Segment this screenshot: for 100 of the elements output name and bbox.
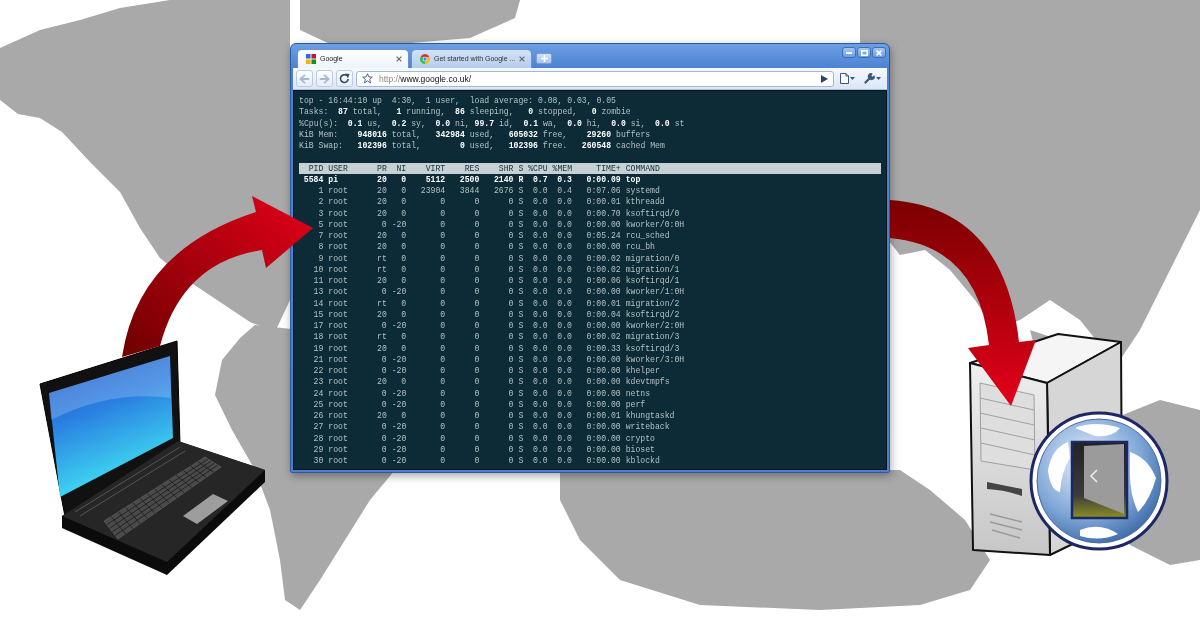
table-cell-text: 0 (473, 218, 480, 230)
table-cell-text: 0 (507, 286, 514, 298)
table-cell: S (518, 455, 524, 467)
table-cell-text: 0.0 (532, 218, 548, 230)
table-cell-text: 14 (312, 297, 324, 309)
close-icon[interactable] (396, 56, 402, 62)
table-cell: S (518, 353, 524, 365)
back-icon (299, 73, 310, 84)
reload-button[interactable] (336, 70, 353, 87)
table-cell: S (518, 230, 524, 242)
table-cell: -20 (391, 320, 407, 332)
table-cell-text: 0 (473, 455, 480, 467)
table-cell-text: 0 (473, 230, 480, 242)
table-cell-text: root (328, 421, 349, 433)
table-cell: rt (377, 263, 387, 275)
table-cell: S (518, 297, 524, 309)
table-cell-text: kdevtmpfs (625, 376, 671, 388)
close-icon[interactable] (519, 56, 526, 62)
table-cell: 20 (377, 376, 387, 388)
table-cell-text: 0 (439, 252, 446, 264)
table-cell-text: 0:00.04 (585, 308, 621, 320)
minimize-icon (846, 51, 852, 54)
table-cell-text: 0:00.00 (585, 443, 621, 455)
table-cell-text: 0 (507, 353, 514, 365)
table-cell-text: root (328, 353, 349, 365)
table-cell-text: 0:00.70 (585, 207, 621, 219)
table-cell: -20 (391, 286, 407, 298)
table-cell-text: root (328, 252, 349, 264)
table-cell-text: 0.3 (556, 173, 572, 185)
table-cell: S (518, 376, 524, 388)
table-cell-text: 0 (473, 320, 480, 332)
table-cell-text: 0 (439, 443, 446, 455)
table-cell-text: root (328, 196, 349, 208)
table-cell-text: 0 (439, 342, 446, 354)
table-cell-text: rcu_sched (625, 230, 671, 242)
summary-line: top - 16:44:10 up 4:30, 1 user, load average: 0.08, 0.03, 0.05 (299, 95, 617, 107)
minimize-button[interactable] (842, 47, 856, 58)
page-icon (840, 73, 849, 84)
table-cell-text: 3 (317, 207, 324, 219)
table-cell-text: 0 (380, 443, 387, 455)
table-cell-text: 0.0 (556, 275, 572, 287)
table-cell-text: khungtaskd (625, 410, 676, 422)
table-cell-text: 0 (439, 432, 446, 444)
table-cell: rt (377, 297, 387, 309)
table-cell-text: 0:05.24 (585, 230, 621, 242)
table-cell-text: 0.0 (556, 353, 572, 365)
page-menu-button[interactable] (837, 70, 858, 87)
table-cell-text: 0 (507, 308, 514, 320)
table-cell-text: 0.0 (556, 252, 572, 264)
table-cell-text: kthreadd (625, 196, 666, 208)
table-cell-text: root (328, 432, 349, 444)
table-cell-text: root (328, 218, 349, 230)
wrench-menu-button[interactable] (861, 70, 884, 87)
column-header: SHR (497, 162, 514, 174)
table-cell-text: 0 (473, 275, 480, 287)
table-cell-text: 0:00.01 (585, 410, 621, 422)
table-cell: -20 (391, 387, 407, 399)
table-cell-text: root (328, 387, 349, 399)
table-cell-text: 0 (473, 376, 480, 388)
column-header: COMMAND (625, 162, 661, 174)
close-button[interactable] (872, 47, 886, 58)
table-cell-text: 0:00.00 (585, 421, 621, 433)
table-cell-text: 0 (380, 218, 387, 230)
table-cell: R (518, 173, 524, 185)
table-cell-text: 0 (507, 387, 514, 399)
table-cell: -20 (391, 218, 407, 230)
table-cell-text: 1 (317, 185, 324, 197)
table-cell-text: 0 (400, 297, 407, 309)
squares-favicon-icon (306, 54, 316, 64)
table-cell-text: 0.0 (556, 286, 572, 298)
table-cell-text: 11 (312, 275, 324, 287)
table-cell-text: 0.0 (556, 376, 572, 388)
table-cell-text: 2140 (493, 173, 514, 185)
table-cell: S (518, 275, 524, 287)
table-cell-text: 0 (473, 286, 480, 298)
table-cell-text: 0 (380, 353, 387, 365)
table-cell-text: 21 (312, 353, 324, 365)
table-cell-text: 0.0 (532, 410, 548, 422)
table-cell-text: 0.0 (532, 230, 548, 242)
column-header: VIRT (424, 162, 446, 174)
table-cell-text: root (328, 331, 349, 343)
table-cell-text: 0 (439, 365, 446, 377)
table-cell: -20 (391, 421, 407, 433)
table-cell-text: 0 (473, 432, 480, 444)
table-cell-text: 0.0 (556, 320, 572, 332)
table-cell-text: root (328, 185, 349, 197)
table-cell: S (518, 421, 524, 433)
table-cell: S (518, 263, 524, 275)
table-cell: 20 (377, 196, 387, 208)
table-cell-text: bioset (625, 443, 656, 455)
table-cell-text: 0:00.00 (585, 365, 621, 377)
table-cell-text: 0 (507, 376, 514, 388)
table-cell: 20 (377, 410, 387, 422)
address-field[interactable]: http://www.google.co.uk/ (356, 70, 834, 87)
table-cell: -20 (391, 365, 407, 377)
table-cell-text: 0:00.06 (585, 275, 621, 287)
star-button[interactable] (359, 71, 376, 86)
table-cell-text: ksoftirqd/2 (625, 308, 681, 320)
maximize-button[interactable] (857, 47, 871, 58)
new-tab-button[interactable] (536, 53, 553, 64)
